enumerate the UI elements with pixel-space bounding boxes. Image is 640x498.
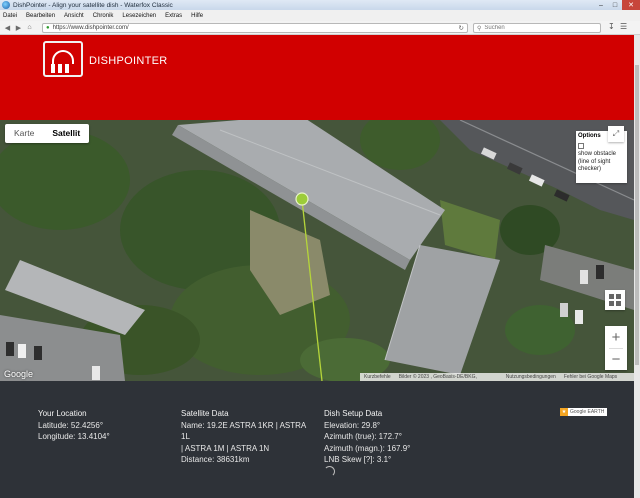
google-logo[interactable]: Google [4,369,33,379]
attribution-imagery: Bilder © 2023 , GeoBasis-DE/BKG, GeoCont… [398,374,477,380]
zoom-out-button[interactable]: − [605,349,627,370]
show-obstacle-label[interactable]: show obstacle (line of sight checker) [578,151,625,174]
attribution-terms[interactable]: Nutzungsbedingungen [502,373,560,381]
site-header: DISHPOINTER [0,35,634,120]
longitude-value: Longitude: 13.4104° [38,432,110,441]
minimize-button[interactable]: – [594,0,608,10]
waterfox-app-icon [2,1,10,9]
window-titlebar: DishPointer - Align your satellite dish … [0,0,640,10]
hamburger-menu-icon[interactable]: ☰ [620,22,627,31]
search-input[interactable] [484,25,585,31]
menu-lesezeichen[interactable]: Lesezeichen [122,13,156,19]
satellite-imagery [0,120,634,381]
menu-ansicht[interactable]: Ansicht [64,13,84,19]
menu-extras[interactable]: Extras [165,13,182,19]
dish-logo-icon [52,50,74,64]
url-text[interactable]: https://www.dishpointer.com/ [53,25,129,31]
elevation-value: Elevation: 29.8° [324,420,381,430]
loading-spinner-icon [324,466,335,477]
location-heading: Your Location [38,409,87,418]
attribution-shortcuts[interactable]: Kurzbefehle [360,373,395,381]
satellite-name-line1: Name: 19.2E ASTRA 1KR | ASTRA 1L [181,420,306,442]
navigation-toolbar: ◀ ▶ ⌂ ● https://www.dishpointer.com/ ↻ ⚲… [0,21,640,35]
dish-setup-section: Dish Setup Data Elevation: 29.8° Azimuth… [324,408,454,466]
search-icon: ⚲ [477,25,482,32]
azimuth-true-value: Azimuth (true): 172.7° [324,432,402,441]
attribution-report[interactable]: Fehler bei Google Maps melden [560,373,634,381]
map-type-karte[interactable]: Karte [5,124,43,143]
window-title: DishPointer - Align your satellite dish … [13,1,173,9]
map-grid-icon[interactable] [605,290,625,310]
satellite-section: Satellite Data Name: 19.2E ASTRA 1KR | A… [181,408,311,466]
close-window-button[interactable]: ✕ [622,0,640,10]
satellite-name-line2: | ASTRA 1M | ASTRA 1N [181,443,270,453]
home-icon[interactable]: ⌂ [24,22,35,33]
reload-icon[interactable]: ↻ [459,24,464,32]
lnb-skew-value[interactable]: LNB Skew [?]: 3.1° [324,454,454,466]
dish-setup-heading: Dish Setup Data [324,409,383,418]
fullscreen-icon[interactable]: ⤢ [608,126,624,142]
google-earth-icon: ★ [560,408,568,416]
scrollbar-thumb[interactable] [635,65,639,365]
satellite-map[interactable]: Karte Satellit Options show obstacle (li… [0,120,634,381]
info-panel: Your Location Latitude: 52.4256° Longitu… [0,381,634,498]
menu-bar: Datei Bearbeiten Ansicht Chronik Lesezei… [0,10,640,21]
url-bar[interactable]: ● https://www.dishpointer.com/ ↻ [42,23,468,33]
latitude-value: Latitude: 52.4256° [38,420,104,430]
lock-icon: ● [46,25,50,31]
download-icon[interactable]: ↧ [608,22,615,31]
google-earth-badge[interactable]: ★ Google EARTH [560,408,607,416]
maximize-button[interactable]: □ [608,0,622,10]
location-section: Your Location Latitude: 52.4256° Longitu… [38,408,158,443]
map-type-satellit[interactable]: Satellit [43,124,89,143]
google-earth-label: Google EARTH [570,409,605,415]
menu-hilfe[interactable]: Hilfe [191,13,203,19]
site-brand[interactable]: DISHPOINTER [89,55,167,67]
page-scrollbar[interactable] [634,35,640,498]
zoom-in-button[interactable]: + [605,326,627,348]
window-controls: – □ ✕ [594,0,640,10]
show-obstacle-checkbox[interactable] [578,143,584,149]
satellite-heading: Satellite Data [181,409,229,418]
forward-arrow-icon[interactable]: ▶ [13,22,24,33]
dishpointer-logo[interactable] [43,41,83,77]
satellite-distance: Distance: 38631km [181,455,250,464]
search-box[interactable]: ⚲ [473,23,601,33]
menu-datei[interactable]: Datei [3,13,17,19]
back-arrow-icon[interactable]: ◀ [2,22,13,33]
zoom-control: + − [605,326,627,370]
map-type-control: Karte Satellit [5,124,90,143]
menu-bearbeiten[interactable]: Bearbeiten [26,13,55,19]
menu-chronik[interactable]: Chronik [93,13,114,19]
azimuth-magn-value: Azimuth (magn.): 167.9° [324,443,411,453]
map-attribution: Kurzbefehle Bilder © 2023 , GeoBasis-DE/… [360,373,634,381]
